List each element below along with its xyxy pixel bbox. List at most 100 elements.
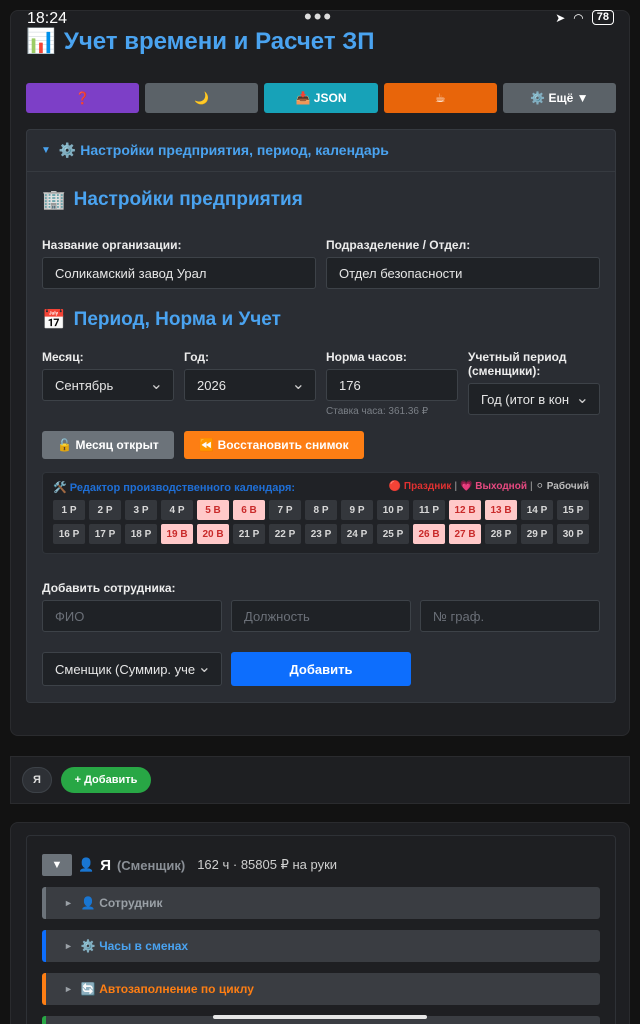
calendar-day[interactable]: 11 Р (413, 500, 445, 520)
settings-panel-header[interactable]: ▼ ⚙️ Настройки предприятия, период, кале… (27, 130, 615, 172)
year-label: Год: (184, 350, 209, 364)
theme-toggle-button[interactable]: 🌙 (145, 83, 259, 113)
legend-holiday: 🔴 Праздник (388, 481, 452, 492)
calendar-legend: 🔴 Праздник | 💗 Выходной | ⚪ Рабочий (389, 481, 589, 492)
employee-header: ▼ 👤 Я (Сменщик) 162 ч · 85805 ₽ на руки (42, 854, 337, 876)
calendar-day[interactable]: 17 Р (89, 524, 121, 544)
chart-icon: 📊 (26, 28, 56, 55)
accounting-period-select[interactable]: Год (итог в кон (468, 383, 600, 415)
caret-right-icon: ► (64, 941, 73, 951)
more-dots-icon[interactable]: ••• (304, 4, 333, 30)
calendar-day[interactable]: 26 В (413, 524, 445, 544)
calendar-day[interactable]: 19 В (161, 524, 193, 544)
calendar-day[interactable]: 5 В (197, 500, 229, 520)
more-menu-button[interactable]: ⚙️ Ещё ▼ (502, 83, 617, 113)
home-indicator[interactable] (213, 1015, 427, 1019)
employee-chips-bar: Я + Добавить (10, 756, 630, 804)
section-autofill[interactable]: ► 🔄 Автозаполнение по циклу (42, 973, 600, 1005)
settings-panel-title: ⚙️ Настройки предприятия, период, календ… (58, 142, 389, 158)
period-section-title-text: Период, Норма и Учет (73, 309, 281, 330)
json-export-button[interactable]: 📥 JSON (264, 83, 378, 113)
calendar-day[interactable]: 30 Р (557, 524, 589, 544)
calendar-day[interactable]: 21 Р (233, 524, 265, 544)
calendar-day[interactable]: 22 Р (269, 524, 301, 544)
calendar-icon: 📅 (42, 310, 66, 331)
collapse-toggle-button[interactable]: ▼ (42, 854, 72, 876)
legend-separator: | (454, 481, 458, 492)
year-select[interactable]: 2026 (184, 369, 316, 401)
caret-right-icon: ► (64, 898, 73, 908)
coffee-button[interactable]: ☕ (383, 83, 497, 113)
calendar-day[interactable]: 13 В (485, 500, 517, 520)
period-section-title: 📅 Период, Норма и Учет (42, 308, 281, 332)
legend-working: ⚪ Рабочий (535, 481, 589, 492)
org-name-input[interactable]: Соликамский завод Урал (42, 257, 316, 289)
employee-chip-me[interactable]: Я (22, 767, 52, 793)
restore-snapshot-button[interactable]: ⏪ Восстановить снимок (184, 431, 364, 459)
building-icon: 🏢 (42, 190, 66, 211)
legend-day-off: 💗 Выходной (460, 481, 527, 492)
month-open-button[interactable]: 🔓 Месяц открыт (42, 431, 174, 459)
add-chip-button[interactable]: + Добавить (61, 767, 151, 793)
toolbar: ❓ 🌙 📥 JSON ☕ ⚙️ Ещё ▼ (26, 83, 617, 113)
calendar-day[interactable]: 29 Р (521, 524, 553, 544)
employee-summary: 162 ч · 85805 ₽ на руки (197, 857, 338, 872)
section-autofill-label: 🔄 Автозаполнение по циклу (80, 982, 254, 996)
location-icon: ➤ (555, 10, 566, 25)
status-time: 18:24 (27, 10, 68, 27)
help-button[interactable]: ❓ (26, 83, 140, 113)
section-shift-hours[interactable]: ► ⚙️ Часы в сменах (42, 930, 600, 962)
caret-down-icon: ▼ (41, 145, 51, 156)
calendar-day[interactable]: 1 Р (53, 500, 85, 520)
status-bar: 18:24 ••• ➤ ◠ 78 (0, 0, 640, 30)
calendar-day[interactable]: 28 Р (485, 524, 517, 544)
calendar-day[interactable]: 20 В (197, 524, 229, 544)
calendar-day[interactable]: 7 Р (269, 500, 301, 520)
calendar-day[interactable]: 10 Р (377, 500, 409, 520)
org-section-title: 🏢 Настройки предприятия (42, 188, 303, 212)
norm-hours-label: Норма часов: (326, 350, 407, 364)
org-section-title-text: Настройки предприятия (73, 189, 303, 210)
add-employee-label: Добавить сотрудника: (42, 581, 176, 595)
employee-card-inner: ▼ 👤 Я (Сменщик) 162 ч · 85805 ₽ на руки … (26, 835, 616, 1024)
calendar-day[interactable]: 3 Р (125, 500, 157, 520)
calendar-day[interactable]: 24 Р (341, 524, 373, 544)
calendar-day[interactable]: 23 Р (305, 524, 337, 544)
calendar-day[interactable]: 9 Р (341, 500, 373, 520)
employee-position-input[interactable]: Должность (231, 600, 411, 632)
employee-type-select[interactable]: Сменщик (Суммир. уче (42, 652, 222, 686)
caret-right-icon: ► (64, 984, 73, 994)
page-title-text: Учет времени и Расчет ЗП (63, 27, 375, 55)
calendar-day[interactable]: 18 Р (125, 524, 157, 544)
calendar-day[interactable]: 8 Р (305, 500, 337, 520)
calendar-day[interactable]: 12 В (449, 500, 481, 520)
legend-separator: | (529, 481, 533, 492)
calendar-day[interactable]: 25 Р (377, 524, 409, 544)
add-employee-button[interactable]: Добавить (231, 652, 411, 686)
dept-input[interactable]: Отдел безопасности (326, 257, 600, 289)
employee-name: Я (100, 856, 111, 874)
org-name-label: Название организации: (42, 238, 182, 252)
month-select[interactable]: Сентябрь (42, 369, 174, 401)
section-employee-label: 👤 Сотрудник (80, 896, 163, 910)
calendar-day[interactable]: 4 Р (161, 500, 193, 520)
hourly-rate-hint: Ставка часа: 361.36 ₽ (326, 406, 429, 417)
accounting-period-label: Учетный период (сменщики): (468, 350, 567, 378)
employee-name-input[interactable]: ФИО (42, 600, 222, 632)
section-employee[interactable]: ► 👤 Сотрудник (42, 887, 600, 919)
schedule-number-input[interactable]: № граф. (420, 600, 600, 632)
calendar-day[interactable]: 27 В (449, 524, 481, 544)
calendar-day[interactable]: 6 В (233, 500, 265, 520)
calendar-day[interactable]: 15 Р (557, 500, 589, 520)
calendar-title: 🛠️ Редактор производственного календаря: (53, 482, 296, 494)
calendar-day[interactable]: 2 Р (89, 500, 121, 520)
settings-panel: ▼ ⚙️ Настройки предприятия, период, кале… (26, 129, 616, 703)
norm-hours-input[interactable]: 176 (326, 369, 458, 401)
wifi-icon: ◠ (573, 10, 584, 25)
employee-type: (Сменщик) (116, 857, 186, 873)
calendar-day[interactable]: 16 Р (53, 524, 85, 544)
month-label: Месяц: (42, 350, 84, 364)
calendar-grid: 1 Р2 Р3 Р4 Р5 В6 В7 Р8 Р9 Р 10 Р 11 Р 12 В1… (53, 500, 593, 544)
production-calendar: 🛠️ Редактор производственного календаря:… (42, 472, 600, 554)
calendar-day[interactable]: 14 Р (521, 500, 553, 520)
